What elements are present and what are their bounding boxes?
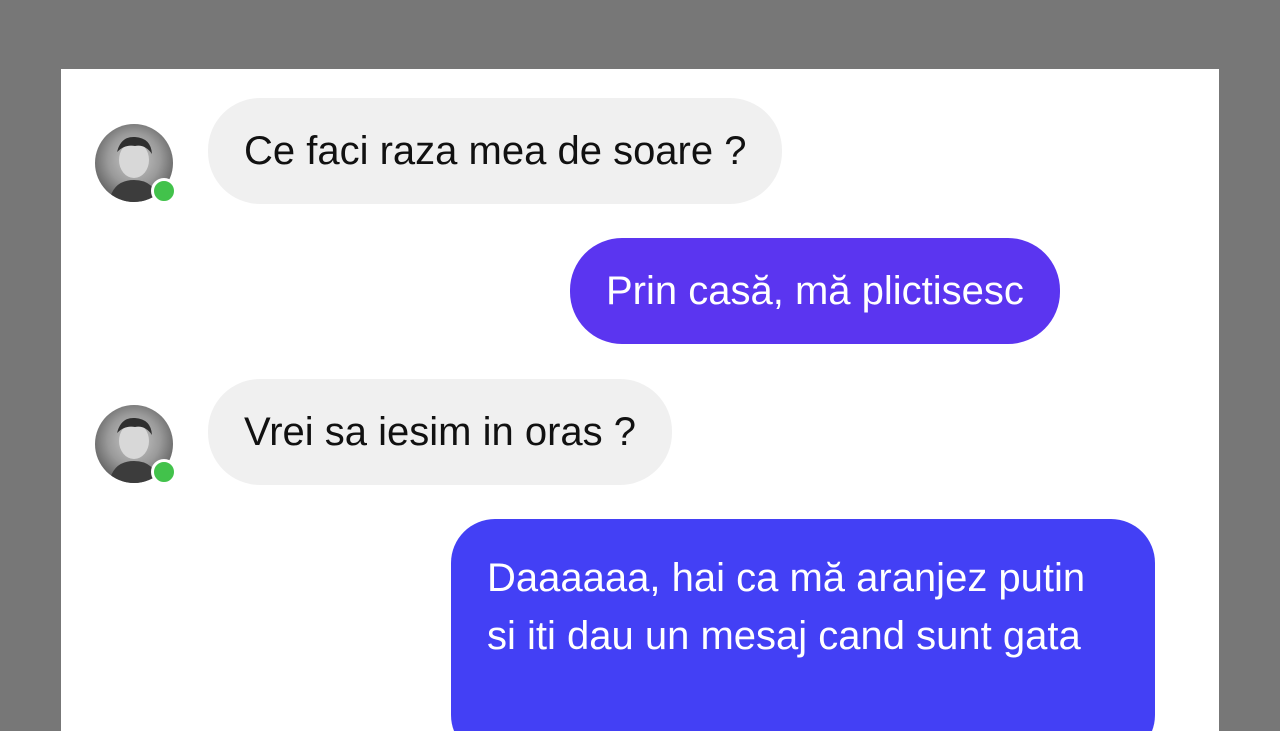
chat-panel: Ce faci raza mea de soare ? Prin casă, m… (61, 69, 1219, 731)
message-text: Vrei sa iesim in oras ? (244, 410, 636, 454)
online-status-icon (151, 459, 177, 485)
outgoing-message-bubble[interactable]: Daaaaaa, hai ca mă aranjez putin si iti … (451, 519, 1155, 731)
incoming-message-bubble[interactable]: Ce faci raza mea de soare ? (208, 98, 783, 204)
contact-avatar[interactable] (95, 124, 177, 204)
contact-avatar[interactable] (95, 405, 177, 485)
online-status-icon (151, 178, 177, 204)
outgoing-message-bubble[interactable]: Prin casă, mă plictisesc (570, 238, 1060, 344)
incoming-message-bubble[interactable]: Vrei sa iesim in oras ? (208, 379, 672, 485)
message-text: Prin casă, mă plictisesc (606, 269, 1024, 313)
message-text: Daaaaaa, hai ca mă aranjez putin si iti … (487, 556, 1086, 658)
message-text: Ce faci raza mea de soare ? (244, 129, 747, 173)
